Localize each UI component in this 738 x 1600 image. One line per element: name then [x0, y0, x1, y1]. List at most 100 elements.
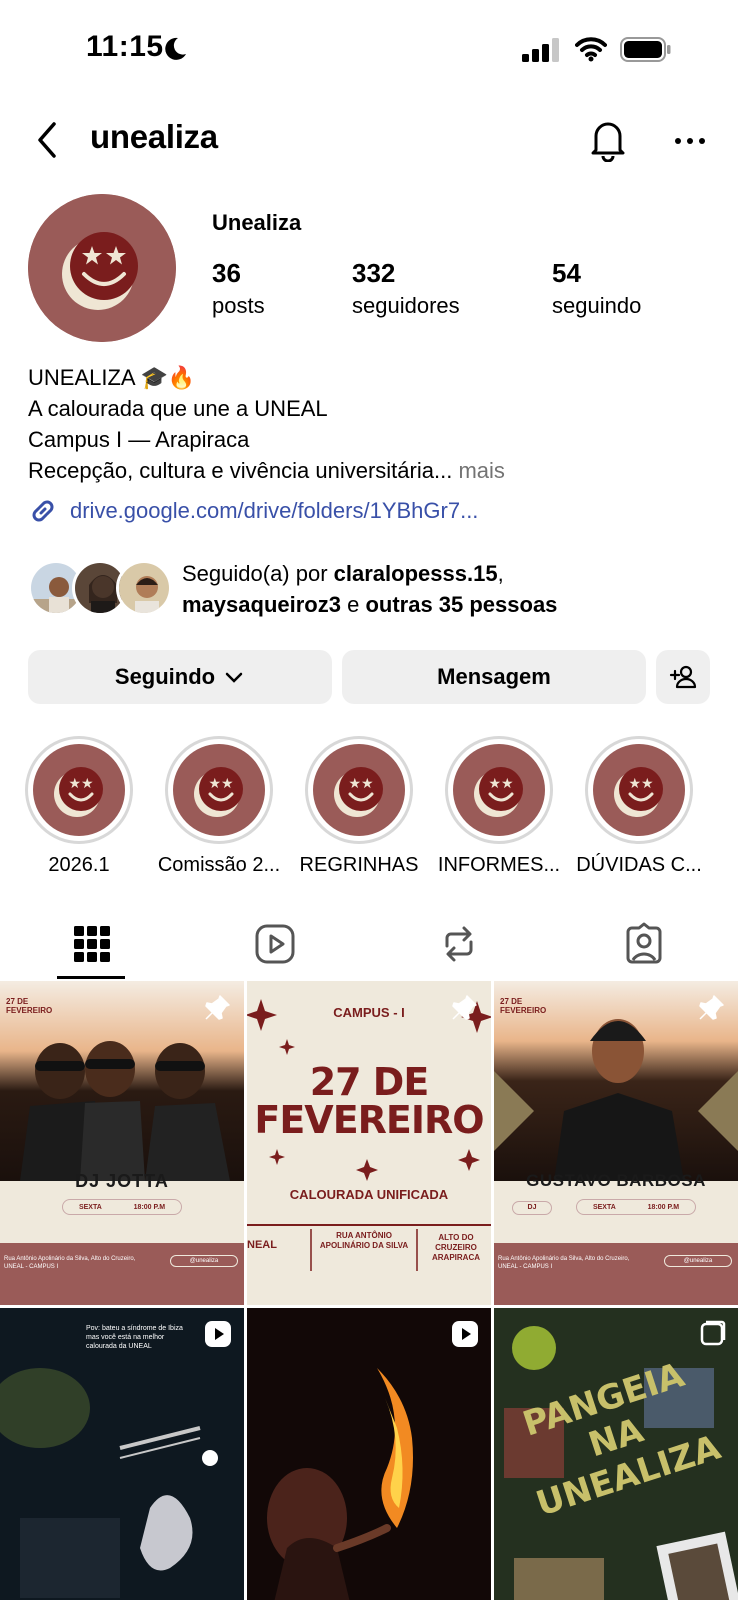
post-time: 18:00 P.M [647, 1203, 680, 1211]
svg-text:★★: ★★ [348, 776, 373, 792]
highlight-label: Comissão 2... [157, 854, 281, 876]
post-col: NEAL [247, 1239, 277, 1251]
post-schedule: SEXTA 18:00 P.M [62, 1199, 182, 1215]
pin-icon [205, 995, 230, 1020]
post-date-label: 27 DE FEVEREIRO [500, 997, 547, 1015]
followers-others[interactable]: outras 35 pessoas [365, 592, 557, 617]
stat-value: 36 [212, 258, 241, 288]
svg-text:★★: ★★ [488, 776, 513, 792]
svg-text:★★: ★★ [208, 776, 233, 792]
chevron-down-icon [225, 672, 243, 683]
profile-link[interactable]: drive.google.com/drive/folders/1YBhGr7..… [28, 496, 478, 526]
reels-icon [205, 1321, 231, 1347]
pin-icon [699, 995, 724, 1020]
follower-avatar [116, 560, 172, 616]
followed-by[interactable]: Seguido(a) por claralopesss.15, maysaque… [28, 558, 718, 618]
followed-prefix: Seguido(a) por [182, 561, 334, 586]
post-tile[interactable]: 27 DE FEVEREIRO DJ JOTTA SEXTA 18:00 P.M … [0, 981, 244, 1305]
post-role: DJ [512, 1201, 552, 1215]
highlight-item[interactable]: ★★ 2026.1 [23, 736, 135, 876]
signal-icon [522, 38, 559, 62]
highlight-label: DÚVIDAS C... [576, 854, 702, 876]
stat-value: 332 [352, 258, 396, 288]
highlight-label: INFORMES... [437, 854, 561, 876]
message-button[interactable]: Mensagem [342, 650, 646, 704]
reels-icon [452, 1321, 478, 1347]
bio-line: Campus I — Arapiraca [28, 427, 250, 452]
highlight-item[interactable]: ★★ REGRINHAS [300, 736, 418, 876]
post-address: Rua Antônio Apolinário da Silva, Alto do… [498, 1256, 630, 1270]
post-caption: Pov: bateu a síndrome de Ibiza mas você … [86, 1325, 183, 1350]
post-headline: 27 DE FEVEREIRO [247, 1063, 491, 1139]
more-icon[interactable] [672, 126, 708, 156]
link-icon [32, 500, 54, 522]
profile-username: unealiza [90, 118, 218, 155]
post-time: 18:00 P.M [133, 1203, 166, 1211]
carousel-icon [700, 1320, 726, 1346]
post-address: Rua Antônio Apolinário da Silva, Alto do… [4, 1256, 136, 1270]
svg-text:★★: ★★ [68, 776, 93, 792]
display-name: Unealiza [212, 210, 302, 235]
stat-posts[interactable]: 36 posts [212, 258, 265, 319]
post-subtitle: CALOURADA UNIFICADA [289, 1187, 449, 1202]
bio-line: Recepção, cultura e vivência universitár… [28, 455, 505, 486]
svg-text:★★: ★★ [628, 776, 653, 792]
battery-icon [620, 37, 671, 62]
pin-icon [452, 995, 477, 1020]
following-button[interactable]: Seguindo [28, 650, 332, 704]
post-day: SEXTA [78, 1203, 102, 1211]
post-date-label: 27 DE FEVEREIRO [6, 997, 53, 1015]
follower-name[interactable]: maysaqueiroz3 [182, 592, 341, 617]
post-tile[interactable]: 27 DE FEVEREIRO GUSTAVO BARBOSA DJ SEXTA… [494, 981, 738, 1305]
post-tile[interactable]: CAMPUS - I 27 DE FEVEREIRO CALOURADA UNIF… [247, 981, 491, 1305]
headline-line: FEVEREIRO [254, 1098, 484, 1142]
message-label: Mensagem [437, 664, 551, 689]
stat-label: seguindo [552, 293, 642, 318]
post-tile[interactable]: Pov: bateu a síndrome de Ibiza mas você … [0, 1308, 244, 1600]
post-artist: DJ JOTTA [75, 1171, 169, 1191]
bio-more-link[interactable]: mais [458, 458, 504, 483]
post-col: ALTO DO CRUZEIRO ARAPIRACA [432, 1233, 480, 1262]
followed-by-text: Seguido(a) por claralopesss.15, maysaque… [182, 558, 557, 620]
moon-icon [165, 37, 186, 60]
bell-icon[interactable] [588, 118, 628, 162]
tagged-icon[interactable] [622, 922, 666, 966]
stat-label: seguidores [352, 293, 460, 318]
post-day: SEXTA [592, 1203, 616, 1211]
highlight-item[interactable]: ★★ Comissão 2... [158, 736, 280, 876]
link-text[interactable]: drive.google.com/drive/folders/1YBhGr7..… [70, 498, 478, 524]
highlight-item[interactable]: ★★ DÚVIDAS C... [576, 736, 702, 876]
highlight-label: 2026.1 [48, 854, 110, 876]
status-time: 11:15 [86, 30, 164, 63]
stat-following[interactable]: 54 seguindo [552, 258, 641, 319]
post-handle: @unealiza [664, 1255, 732, 1267]
bio-line: A calourada que une a UNEAL [28, 396, 328, 421]
stat-label: posts [212, 293, 265, 318]
repost-icon[interactable] [437, 922, 481, 966]
reels-icon[interactable] [253, 922, 297, 966]
follower-name[interactable]: claralopesss.15 [334, 561, 498, 586]
active-tab-indicator [57, 976, 125, 979]
profile-bio: UNEALIZA 🎓🔥 A calourada que une a UNEAL … [28, 362, 505, 486]
back-icon[interactable] [32, 118, 62, 162]
stat-followers[interactable]: 332 seguidores [352, 258, 460, 319]
profile-tabs [0, 910, 738, 980]
grid-icon[interactable] [70, 922, 114, 966]
wifi-icon [575, 37, 607, 62]
add-person-icon [669, 665, 697, 689]
status-bar: 11:15 [0, 0, 738, 100]
add-person-button[interactable] [656, 650, 710, 704]
post-col: RUA ANTÔNIO APOLINÁRIO DA SILVA [319, 1231, 409, 1250]
bio-text: Recepção, cultura e vivência universitár… [28, 458, 453, 483]
post-artist: GUSTAVO BARBOSA [526, 1171, 706, 1190]
profile-avatar[interactable] [28, 194, 176, 342]
highlight-label: REGRINHAS [299, 854, 419, 876]
post-handle: @unealiza [170, 1255, 238, 1267]
top-nav: unealiza [0, 108, 738, 172]
post-schedule: SEXTA 18:00 P.M [576, 1199, 696, 1215]
post-tile[interactable]: PANGEIA NA UNEALIZA [494, 1308, 738, 1600]
post-tile[interactable] [247, 1308, 491, 1600]
stat-value: 54 [552, 258, 581, 288]
highlight-item[interactable]: ★★ INFORMES... [438, 736, 560, 876]
followed-conjunction: e [340, 592, 366, 617]
